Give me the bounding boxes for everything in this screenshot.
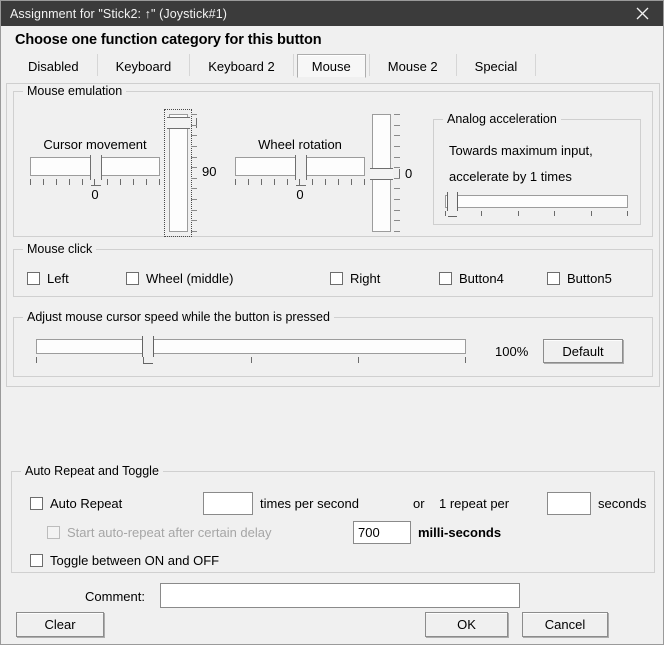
tab-keyboard-2[interactable]: Keyboard 2 xyxy=(193,54,290,78)
comment-input[interactable] xyxy=(160,583,520,608)
comment-label: Comment: xyxy=(85,589,145,604)
tab-keyboard[interactable]: Keyboard xyxy=(101,54,187,78)
dialog-body: Choose one function category for this bu… xyxy=(1,32,663,78)
tab-separator xyxy=(455,53,457,76)
checkbox-label: Auto Repeat xyxy=(50,496,123,511)
cursor-movement-thumb[interactable] xyxy=(90,155,102,186)
cursor-movement-value: 0 xyxy=(91,187,99,202)
tab-special[interactable]: Special xyxy=(460,54,533,78)
checkbox-box[interactable] xyxy=(126,272,139,285)
assignment-dialog: Assignment for "Stick2: ↑" (Joystick#1) … xyxy=(0,0,664,645)
cursor-vertical-ticks xyxy=(191,114,198,232)
cursor-speed-percent: 100% xyxy=(495,344,529,359)
cursor-speed-ticks xyxy=(36,357,466,364)
page-title: Choose one function category for this bu… xyxy=(15,32,322,48)
wheel-rotation-thumb[interactable] xyxy=(295,155,307,186)
checkbox-box[interactable] xyxy=(30,554,43,567)
wheel-rotation-ticks xyxy=(235,179,365,186)
checkbox-label: Toggle between ON and OFF xyxy=(50,553,220,568)
close-icon[interactable] xyxy=(621,1,663,26)
checkbox-toggle-on-off[interactable]: Toggle between ON and OFF xyxy=(30,553,219,568)
checkbox-label: Right xyxy=(350,271,381,286)
delay-input[interactable] xyxy=(353,521,411,544)
clear-button[interactable]: Clear xyxy=(16,612,104,637)
tab-separator xyxy=(368,53,370,76)
checkbox-mouse-button5[interactable]: Button5 xyxy=(547,271,612,286)
cursor-movement-label: Cursor movement xyxy=(43,137,147,152)
wheel-vertical-thumb[interactable] xyxy=(370,168,400,180)
or-label: or xyxy=(413,496,425,511)
category-tabs: Disabled Keyboard Keyboard 2 Mouse Mouse… xyxy=(13,51,655,78)
one-repeat-per-label: 1 repeat per xyxy=(439,496,510,511)
checkbox-start-delay[interactable]: Start auto-repeat after certain delay xyxy=(47,525,272,540)
checkbox-auto-repeat[interactable]: Auto Repeat xyxy=(30,496,122,511)
checkbox-label: Button4 xyxy=(459,271,504,286)
checkbox-box[interactable] xyxy=(47,526,60,539)
default-button[interactable]: Default xyxy=(543,339,623,363)
milliseconds-label: milli-seconds xyxy=(418,525,502,540)
tab-separator xyxy=(535,53,537,76)
analog-acceleration-track[interactable] xyxy=(445,195,628,208)
auto-repeat-legend: Auto Repeat and Toggle xyxy=(21,464,163,478)
ok-button[interactable]: OK xyxy=(425,612,508,637)
wheel-rotation-value: 0 xyxy=(296,187,304,202)
checkbox-label: Start auto-repeat after certain delay xyxy=(67,525,272,540)
checkbox-label: Left xyxy=(47,271,69,286)
tab-disabled[interactable]: Disabled xyxy=(13,54,94,78)
analog-acceleration-thumb[interactable] xyxy=(447,192,458,217)
mouse-click-legend: Mouse click xyxy=(23,242,97,256)
cursor-speed-thumb[interactable] xyxy=(142,336,154,364)
cursor-vertical-value: 90 xyxy=(202,164,217,179)
analog-acceleration-line1: Towards maximum input, xyxy=(449,143,593,158)
seconds-label: seconds xyxy=(598,496,647,511)
tab-separator xyxy=(96,53,98,76)
title-bar: Assignment for "Stick2: ↑" (Joystick#1) xyxy=(1,1,663,26)
checkbox-mouse-left[interactable]: Left xyxy=(27,271,69,286)
analog-acceleration-line2: accelerate by 1 times xyxy=(449,169,572,184)
checkbox-box[interactable] xyxy=(547,272,560,285)
tab-mouse-2[interactable]: Mouse 2 xyxy=(373,54,453,78)
window-title: Assignment for "Stick2: ↑" (Joystick#1) xyxy=(10,6,228,21)
cursor-speed-track[interactable] xyxy=(36,339,466,354)
wheel-vertical-value: 0 xyxy=(405,166,413,181)
repeat-seconds-input[interactable] xyxy=(547,492,591,515)
checkbox-mouse-button4[interactable]: Button4 xyxy=(439,271,504,286)
cursor-vertical-thumb[interactable] xyxy=(167,117,197,129)
wheel-vertical-ticks xyxy=(394,114,401,232)
analog-acceleration-ticks xyxy=(445,211,628,218)
checkbox-box[interactable] xyxy=(439,272,452,285)
mouse-emulation-legend: Mouse emulation xyxy=(23,84,127,98)
analog-acceleration-legend: Analog acceleration xyxy=(443,112,561,126)
repeat-rate-input[interactable] xyxy=(203,492,253,515)
checkbox-label: Wheel (middle) xyxy=(146,271,234,286)
checkbox-box[interactable] xyxy=(30,497,43,510)
checkbox-box[interactable] xyxy=(330,272,343,285)
checkbox-box[interactable] xyxy=(27,272,40,285)
cursor-movement-ticks xyxy=(30,179,160,186)
tab-separator xyxy=(292,53,294,76)
checkbox-label: Button5 xyxy=(567,271,612,286)
wheel-rotation-label: Wheel rotation xyxy=(258,137,342,152)
cancel-button[interactable]: Cancel xyxy=(522,612,608,637)
tab-separator xyxy=(189,53,191,76)
cursor-speed-legend: Adjust mouse cursor speed while the butt… xyxy=(23,310,334,324)
times-per-second-label: times per second xyxy=(260,496,359,511)
checkbox-mouse-wheel[interactable]: Wheel (middle) xyxy=(126,271,233,286)
tab-mouse[interactable]: Mouse xyxy=(296,54,366,78)
cursor-vertical-track[interactable] xyxy=(169,114,188,232)
checkbox-mouse-right[interactable]: Right xyxy=(330,271,380,286)
